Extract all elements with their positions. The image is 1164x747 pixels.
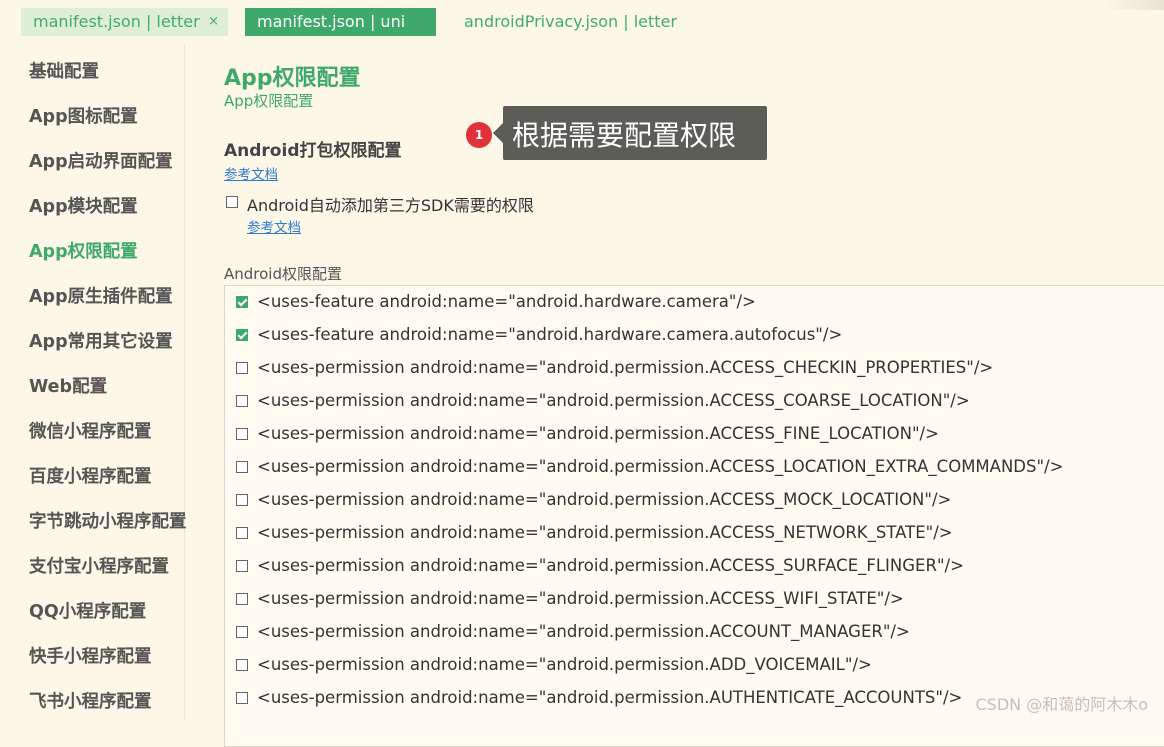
permission-checkbox[interactable] [236,593,248,605]
sidebar-item-feishu-mp[interactable]: 飞书小程序配置 [29,688,152,713]
permission-row[interactable]: <uses-feature android:name="android.hard… [225,286,1164,319]
sidebar-item-alipay-mp[interactable]: 支付宝小程序配置 [29,553,169,578]
permission-checkbox[interactable] [236,395,248,407]
auto-add-sdk-permissions-checkbox[interactable] [226,196,238,208]
close-icon[interactable]: × [208,8,219,36]
permission-checkbox[interactable] [236,296,248,308]
permission-text: <uses-permission android:name="android.p… [257,589,904,608]
sidebar-item-app-icon[interactable]: App图标配置 [29,103,138,128]
permission-checkbox[interactable] [236,659,248,671]
permission-text: <uses-permission android:name="android.p… [257,391,970,410]
permission-row[interactable]: <uses-permission android:name="android.p… [225,649,1164,682]
permission-checkbox[interactable] [236,428,248,440]
watermark: CSDN @和蔼的阿木木o [975,695,1149,714]
permission-text: <uses-permission android:name="android.p… [257,457,1064,476]
permission-text: <uses-permission android:name="android.p… [257,424,939,443]
permission-checkbox[interactable] [236,527,248,539]
tab-label: manifest.json | uni [257,12,406,31]
tab-manifest-uni[interactable]: manifest.json | uni [245,8,436,36]
permission-checkbox[interactable] [236,329,248,341]
annotation-badge: 1 [466,122,492,148]
sidebar-item-basic[interactable]: 基础配置 [29,58,99,83]
permission-checkbox[interactable] [236,560,248,572]
sidebar-item-qq-mp[interactable]: QQ小程序配置 [29,598,146,623]
permission-text: <uses-feature android:name="android.hard… [257,292,756,311]
permission-text: <uses-permission android:name="android.p… [257,523,953,542]
permission-row[interactable]: <uses-permission android:name="android.p… [225,550,1164,583]
permission-row[interactable]: <uses-permission android:name="android.p… [225,352,1164,385]
corner-shadow [1104,0,1164,10]
sidebar-item-kuaishou-mp[interactable]: 快手小程序配置 [29,643,152,668]
page-title: App权限配置 [224,66,361,91]
annotation-text: 根据需要配置权限 [512,119,737,152]
sidebar-item-app-splash[interactable]: App启动界面配置 [29,148,173,173]
sidebar: 基础配置 App图标配置 App启动界面配置 App模块配置 App权限配置 A… [0,44,187,721]
permission-checkbox[interactable] [236,461,248,473]
permission-row[interactable]: <uses-permission android:name="android.p… [225,616,1164,649]
permission-row[interactable]: <uses-permission android:name="android.p… [225,385,1164,418]
permission-checkbox[interactable] [236,362,248,374]
sidebar-item-app-native-plugins[interactable]: App原生插件配置 [29,283,173,308]
sidebar-item-app-permissions[interactable]: App权限配置 [29,238,138,263]
permission-row[interactable]: <uses-permission android:name="android.p… [225,484,1164,517]
tab-label: androidPrivacy.json | letter [464,12,677,31]
sidebar-item-baidu-mp[interactable]: 百度小程序配置 [29,463,152,488]
tab-android-privacy[interactable]: androidPrivacy.json | letter [452,8,692,36]
permission-row[interactable]: <uses-permission android:name="android.p… [225,451,1164,484]
tab-label: manifest.json | letter [33,12,200,31]
android-permissions-label: Android权限配置 [224,265,342,283]
sidebar-item-app-modules[interactable]: App模块配置 [29,193,138,218]
permission-text: <uses-permission android:name="android.p… [257,358,994,377]
permission-checkbox[interactable] [236,626,248,638]
permission-row[interactable]: <uses-permission android:name="android.p… [225,418,1164,451]
page-subtitle: App权限配置 [224,92,314,110]
tab-manifest-letter[interactable]: manifest.json | letter × [21,8,228,36]
android-pack-title: Android打包权限配置 [224,141,402,161]
annotation-callout: 根据需要配置权限 [493,106,767,160]
permission-row[interactable]: <uses-permission android:name="android.p… [225,517,1164,550]
auto-add-doc-link[interactable]: 参考文档 [247,216,301,236]
permission-text: <uses-permission android:name="android.p… [257,556,964,575]
permission-text: <uses-permission android:name="android.p… [257,622,910,641]
android-pack-doc-link[interactable]: 参考文档 [224,163,278,183]
sidebar-item-web[interactable]: Web配置 [29,373,107,398]
permission-text: <uses-permission android:name="android.p… [257,655,872,674]
permission-text: <uses-feature android:name="android.hard… [257,325,843,344]
sidebar-item-bytedance-mp[interactable]: 字节跳动小程序配置 [29,508,187,533]
permission-checkbox[interactable] [236,692,248,704]
permission-text: <uses-permission android:name="android.p… [257,688,963,707]
permissions-list: <uses-feature android:name="android.hard… [224,285,1164,747]
permission-row[interactable]: <uses-permission android:name="android.p… [225,583,1164,616]
editor-tab-bar: manifest.json | letter × manifest.json |… [0,0,1164,44]
auto-add-sdk-permissions-label: Android自动添加第三方SDK需要的权限 [247,196,534,215]
sidebar-item-app-other-settings[interactable]: App常用其它设置 [29,328,173,353]
permission-row[interactable]: <uses-feature android:name="android.hard… [225,319,1164,352]
sidebar-item-wechat-mp[interactable]: 微信小程序配置 [29,418,152,443]
permission-text: <uses-permission android:name="android.p… [257,490,952,509]
permission-checkbox[interactable] [236,494,248,506]
